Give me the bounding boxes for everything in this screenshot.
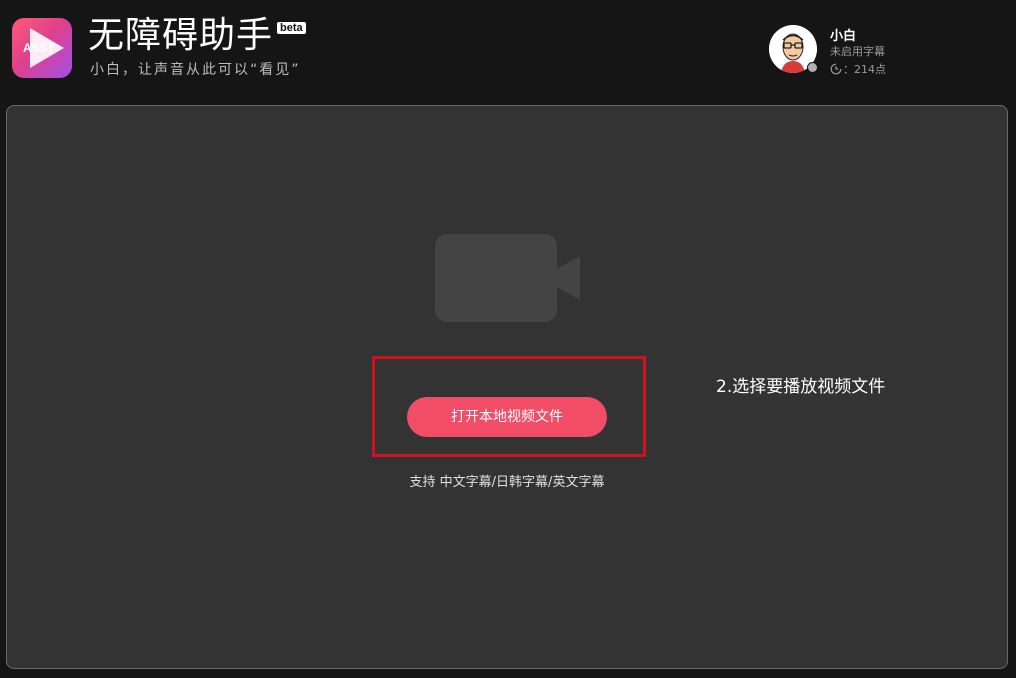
app-logo: ASST — [12, 18, 72, 78]
supported-subtitles-text: 支持 中文字幕/日韩字幕/英文字幕 — [409, 475, 605, 490]
app-title: 无障碍助手 — [88, 15, 274, 56]
main-panel: 打开本地视频文件 支持 中文字幕/日韩字幕/英文字幕 2.选择要播放视频文件 — [6, 105, 1008, 669]
clock-icon — [830, 63, 842, 75]
step-annotation: 2.选择要播放视频文件 — [716, 377, 886, 397]
logo-text: ASST — [23, 41, 56, 55]
points-display: ：214点 — [830, 61, 886, 77]
app-tagline: 小白，让声音从此可以“看见” — [90, 62, 301, 78]
subtitle-status: 未启用字幕 — [830, 45, 885, 58]
open-local-video-button[interactable]: 打开本地视频文件 — [407, 397, 607, 437]
points-value: ：214点 — [843, 63, 886, 76]
video-camera-icon — [435, 234, 580, 322]
online-status-dot — [807, 62, 818, 73]
beta-badge: beta — [277, 22, 306, 34]
header: ASST 无障碍助手 beta 小白，让声音从此可以“看见” 小白 未启用字幕 — [0, 0, 1016, 100]
user-name[interactable]: 小白 — [830, 25, 856, 44]
app-window: ASST 无障碍助手 beta 小白，让声音从此可以“看见” 小白 未启用字幕 — [0, 0, 1016, 678]
